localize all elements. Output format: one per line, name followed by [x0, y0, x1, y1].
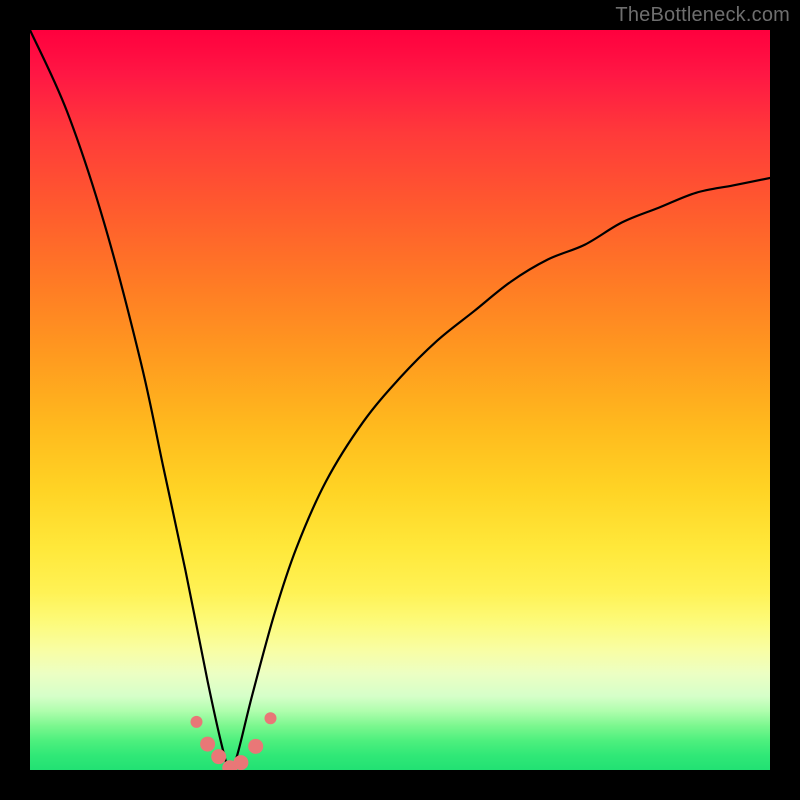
- curve-marker: [248, 739, 263, 754]
- curve-marker: [200, 737, 215, 752]
- curve-marker: [191, 716, 203, 728]
- bottleneck-curve-line: [30, 30, 770, 770]
- curve-marker: [265, 712, 277, 724]
- bottleneck-curve-svg: [30, 30, 770, 770]
- curve-marker: [211, 749, 226, 764]
- watermark-text: TheBottleneck.com: [615, 4, 790, 27]
- chart-frame: TheBottleneck.com: [0, 0, 800, 800]
- marker-group: [191, 712, 277, 770]
- plot-area: [30, 30, 770, 770]
- curve-marker: [233, 755, 248, 770]
